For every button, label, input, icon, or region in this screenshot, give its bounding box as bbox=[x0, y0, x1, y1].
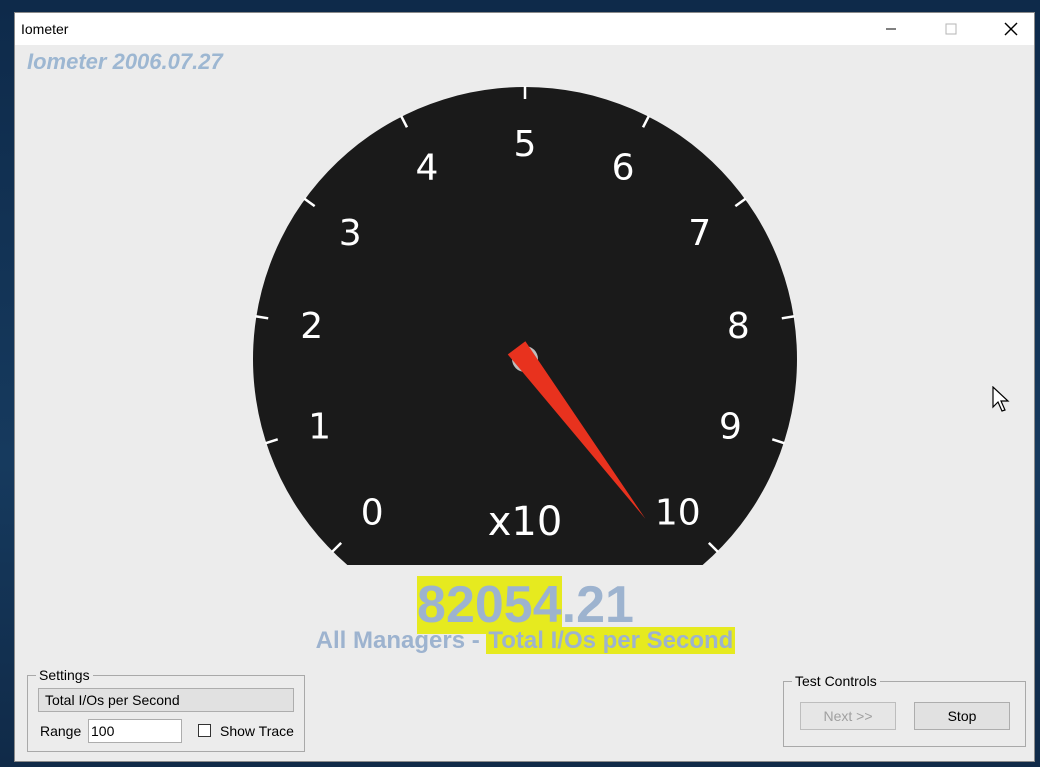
metric-caption: All Managers - Total I/Os per Second bbox=[15, 627, 1036, 655]
gauge-multiplier: x10 bbox=[488, 499, 563, 545]
mouse-cursor-icon bbox=[992, 386, 1010, 412]
gauge-tick-label: 1 bbox=[308, 407, 331, 448]
range-input[interactable]: 100 bbox=[88, 719, 182, 743]
show-trace-checkbox[interactable] bbox=[198, 724, 211, 737]
gauge-tick-label: 4 bbox=[415, 148, 438, 189]
gauge-tick-label: 2 bbox=[300, 306, 323, 347]
reading-value: 82054.21 bbox=[15, 575, 1036, 635]
test-controls-group: Test Controls Next >> Stop bbox=[783, 673, 1026, 747]
reading-rest: .21 bbox=[561, 576, 634, 634]
gauge-tick-label: 10 bbox=[655, 493, 701, 534]
gauge-tick-label: 0 bbox=[361, 493, 384, 534]
gauge-tick-label: 3 bbox=[339, 213, 362, 254]
range-label: Range bbox=[40, 723, 82, 739]
gauge-tick-label: 8 bbox=[727, 306, 750, 347]
gauge-tick-label: 9 bbox=[719, 407, 742, 448]
settings-group-label: Settings bbox=[36, 667, 93, 683]
next-button[interactable]: Next >> bbox=[800, 702, 896, 730]
stop-button[interactable]: Stop bbox=[914, 702, 1010, 730]
gauge-tick-label: 7 bbox=[688, 213, 711, 254]
gauge-tick-label: 5 bbox=[514, 124, 537, 165]
io-gauge: 0 1 2 3 4 5 6 7 8 9 10 x10 bbox=[253, 86, 797, 565]
show-trace-label[interactable]: Show Trace bbox=[220, 723, 294, 739]
caption-metric: Total I/Os per Second bbox=[486, 627, 736, 654]
caption-prefix: All Managers - bbox=[315, 627, 487, 654]
reading-highlighted: 82054 bbox=[417, 576, 562, 634]
iometer-window: Iometer Iometer 2006.07.27 0 1 2 3 4 5 6 7 8 9 10 … bbox=[14, 12, 1035, 762]
test-controls-label: Test Controls bbox=[792, 673, 880, 689]
settings-group: Settings Total I/Os per Second Range 100… bbox=[27, 667, 305, 752]
gauge-tick-label: 6 bbox=[612, 148, 635, 189]
metric-select[interactable]: Total I/Os per Second bbox=[38, 688, 294, 712]
